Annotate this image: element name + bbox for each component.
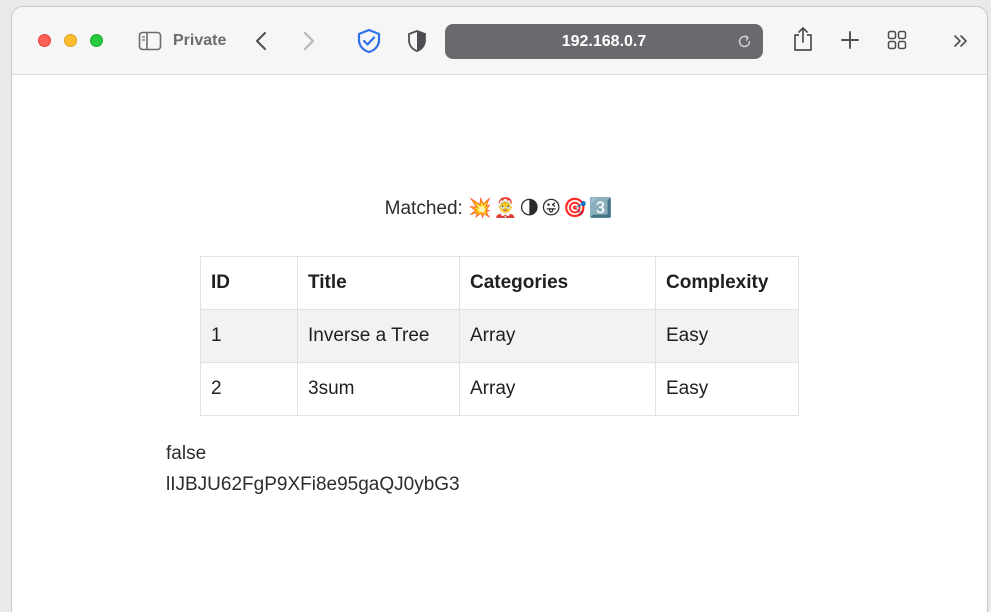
cell-complexity: Easy [655, 309, 799, 363]
cell-categories: Array [459, 309, 656, 363]
problems-table: ID Title Categories Complexity 1 Inverse… [200, 256, 799, 416]
page-content: Matched: 💥🤶🌗😜🎯3️⃣ ID Title Categories Co… [12, 76, 987, 612]
tab-grid-icon[interactable] [886, 29, 908, 51]
matched-label: Matched: [384, 198, 463, 219]
matched-emojis: 💥🤶🌗😜🎯3️⃣ [468, 197, 615, 219]
token-output: lIJBJU62FgP9XFi8e95gaQJ0ybG3 [166, 474, 460, 495]
bool-output: false [166, 443, 207, 464]
table-header-row: ID Title Categories Complexity [200, 256, 799, 310]
cell-title: 3sum [297, 362, 460, 416]
cell-id: 2 [200, 362, 298, 416]
browser-toolbar: Private 192.168.0.7 [12, 7, 987, 75]
shield-check-icon[interactable] [355, 27, 383, 55]
browser-window: Private 192.168.0.7 Matched: 💥🤶🌗😜🎯3️⃣ ID… [11, 6, 988, 612]
address-bar[interactable]: 192.168.0.7 [445, 24, 763, 59]
address-text[interactable]: 192.168.0.7 [445, 24, 763, 59]
table-row: 1 Inverse a Tree Array Easy [200, 309, 799, 363]
private-label: Private [173, 32, 227, 49]
header-complexity: Complexity [655, 256, 799, 310]
matched-line: Matched: 💥🤶🌗😜🎯3️⃣ [12, 196, 987, 220]
close-window-button[interactable] [38, 34, 51, 47]
header-id: ID [200, 256, 298, 310]
chevron-double-right-icon[interactable] [950, 31, 972, 51]
privacy-shield-icon[interactable] [405, 29, 429, 53]
plus-icon[interactable] [839, 29, 861, 51]
cell-title: Inverse a Tree [297, 309, 460, 363]
minimize-window-button[interactable] [64, 34, 77, 47]
chevron-left-icon[interactable] [252, 29, 272, 53]
cell-categories: Array [459, 362, 656, 416]
header-categories: Categories [459, 256, 656, 310]
header-title: Title [297, 256, 460, 310]
cell-id: 1 [200, 309, 298, 363]
table-row: 2 3sum Array Easy [200, 362, 799, 416]
sidebar-icon[interactable] [138, 29, 162, 53]
share-icon[interactable] [792, 25, 814, 53]
reload-icon[interactable] [736, 33, 753, 50]
cell-complexity: Easy [655, 362, 799, 416]
chevron-right-icon[interactable] [298, 29, 318, 53]
zoom-window-button[interactable] [90, 34, 103, 47]
